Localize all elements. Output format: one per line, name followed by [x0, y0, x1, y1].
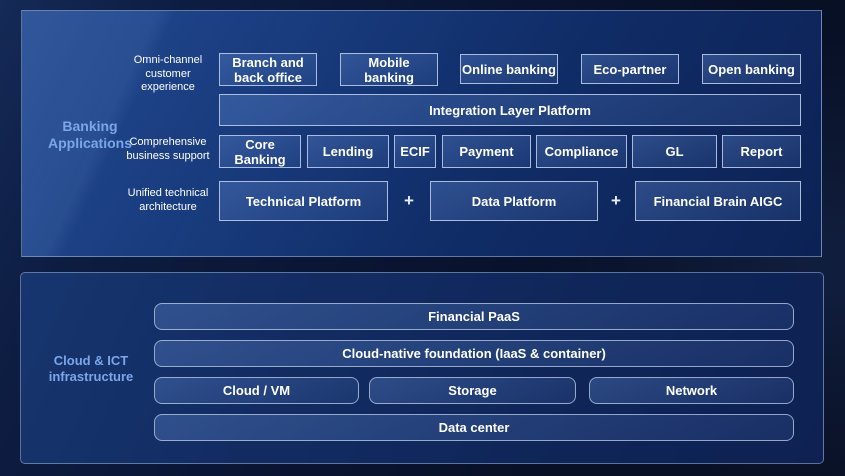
section-label-line: Cloud & ICT [35, 353, 147, 369]
section-label-line: infrastructure [35, 369, 147, 385]
box-report: Report [722, 135, 801, 168]
row-label-omni-channel: Omni-channel customer experience [124, 54, 212, 95]
bar-data-center: Data center [154, 414, 794, 441]
box-gl: GL [632, 135, 717, 168]
box-storage: Storage [369, 377, 576, 404]
box-mobile-banking: Mobile banking [340, 53, 438, 86]
box-ecif: ECIF [394, 135, 436, 168]
banking-applications-panel: Banking Applications Omni-channel custom… [21, 10, 822, 257]
box-data-platform: Data Platform [430, 181, 598, 221]
box-payment: Payment [442, 135, 531, 168]
plus-icon: + [606, 181, 626, 221]
box-cloud-vm: Cloud / VM [154, 377, 359, 404]
box-financial-brain-aigc: Financial Brain AIGC [635, 181, 801, 221]
box-core-banking: Core Banking [219, 135, 301, 168]
box-technical-platform: Technical Platform [219, 181, 388, 221]
box-open-banking: Open banking [702, 54, 801, 84]
box-eco-partner: Eco-partner [581, 54, 679, 84]
architecture-diagram: { "colors": { "section_label_accent": "#… [0, 0, 845, 476]
box-online-banking: Online banking [460, 54, 558, 84]
cloud-ict-infrastructure-panel: Cloud & ICT infrastructure Financial Paa… [20, 272, 824, 464]
row-label-unified-architecture: Unified technical architecture [124, 187, 212, 214]
row-label-business-support: Comprehensive business support [124, 136, 212, 163]
bar-cloud-native-foundation: Cloud-native foundation (IaaS & containe… [154, 340, 794, 367]
box-compliance: Compliance [536, 135, 627, 168]
box-network: Network [589, 377, 794, 404]
cloud-ict-section-label: Cloud & ICT infrastructure [35, 353, 147, 385]
plus-icon: + [399, 181, 419, 221]
bar-financial-paas: Financial PaaS [154, 303, 794, 330]
box-lending: Lending [307, 135, 389, 168]
box-branch-and-back-office: Branch and back office [219, 53, 317, 86]
section-label-line: Banking [30, 118, 150, 135]
bar-integration-layer-platform: Integration Layer Platform [219, 94, 801, 126]
